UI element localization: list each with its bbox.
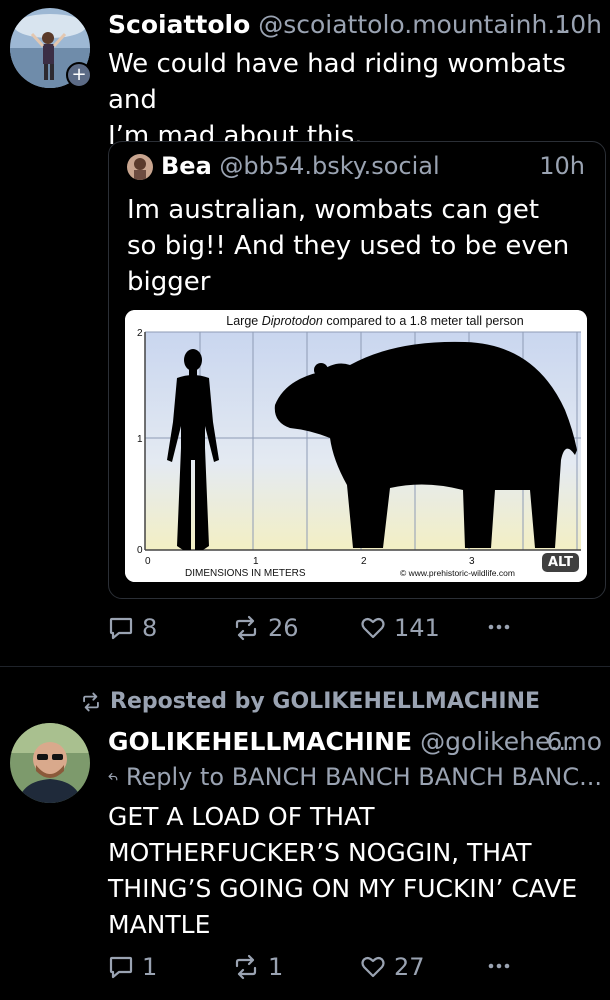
- post-time[interactable]: 6mo: [546, 727, 602, 756]
- diprotodon-size-comparison-image: Large Diprotodon compared to a 1.8 meter…: [125, 310, 587, 582]
- reply-arrow-icon: [108, 773, 118, 781]
- post-time[interactable]: 10h: [554, 10, 602, 39]
- post-text-line: THING’S GOING ON MY FUCKIN’ CAVE: [108, 874, 578, 903]
- repost-count: 26: [268, 614, 299, 642]
- reply-count: 8: [142, 614, 158, 642]
- quote-text-line: Im australian, wombats can get: [127, 195, 540, 225]
- post-header: GOLIKEHELLMACHINE @golikehe...: [108, 727, 602, 756]
- author-handle[interactable]: @scoiattolo.mountainh...: [258, 10, 571, 39]
- repost-indicator[interactable]: Reposted by GOLIKEHELLMACHINE: [80, 689, 540, 714]
- post-text-line: MANTLE: [108, 910, 211, 939]
- repost-count: 1: [268, 953, 284, 981]
- like-count: 27: [394, 953, 425, 981]
- quote-image[interactable]: Large Diprotodon compared to a 1.8 meter…: [125, 310, 587, 582]
- post-text: We could have had riding wombats and I’m…: [108, 46, 602, 154]
- post-text-line: MOTHERFUCKER’S NOGGIN, THAT: [108, 838, 532, 867]
- reply-button[interactable]: 8: [108, 614, 157, 642]
- like-button[interactable]: 27: [360, 953, 425, 981]
- quote-header: Bea @bb54.bsky.social: [161, 152, 440, 180]
- image-title-italic: Diprotodon: [262, 314, 323, 328]
- ellipsis-icon: [488, 624, 510, 630]
- y-tick-label: 1: [137, 434, 143, 445]
- reply-to-line[interactable]: Reply to BANCH BANCH BANCH BANC...: [108, 763, 602, 791]
- post-actions: 8 26 141: [108, 614, 610, 646]
- repost-arrows-icon: [83, 692, 99, 711]
- quote-text-line: bigger: [127, 267, 211, 297]
- heart-icon: [361, 617, 385, 639]
- repost-arrows-icon: [235, 954, 257, 980]
- heart-icon: [361, 956, 385, 978]
- repost-arrows-icon: [235, 615, 257, 641]
- quote-author-name[interactable]: Bea: [161, 152, 212, 180]
- repost-button[interactable]: 26: [232, 614, 299, 642]
- author-name[interactable]: GOLIKEHELLMACHINE: [108, 727, 412, 756]
- repost-button[interactable]: 1: [232, 953, 283, 981]
- post-text: GET A LOAD OF THAT MOTHERFUCKER’S NOGGIN…: [108, 799, 602, 943]
- image-title-suffix: compared to a 1.8 meter tall person: [323, 314, 524, 328]
- quote-text-line: so big!! And they used to be even: [127, 231, 570, 261]
- ellipsis-icon: [488, 963, 510, 969]
- reply-count: 1: [142, 953, 158, 981]
- more-options-button[interactable]: [486, 953, 512, 979]
- author-name[interactable]: Scoiattolo: [108, 10, 250, 39]
- speech-bubble-icon: [109, 617, 133, 640]
- alt-text-badge[interactable]: ALT: [541, 553, 579, 572]
- y-tick-label: 0: [137, 545, 143, 556]
- x-tick-label: 0: [145, 556, 151, 567]
- x-axis-label: DIMENSIONS IN METERS: [185, 568, 306, 579]
- more-options-button[interactable]: [486, 614, 512, 640]
- svg-text:Large Diprotodon compared to a: Large Diprotodon compared to a 1.8 meter…: [226, 314, 523, 328]
- image-credit: © www.prehistoric-wildlife.com: [400, 568, 515, 578]
- post-text-line: We could have had riding wombats and: [108, 49, 566, 115]
- x-tick-label: 3: [469, 556, 475, 567]
- quote-text: Im australian, wombats can get so big!! …: [127, 192, 569, 300]
- quote-post-card[interactable]: Bea @bb54.bsky.social 10h Im australian,…: [108, 141, 606, 599]
- quote-author-handle[interactable]: @bb54.bsky.social: [219, 152, 439, 180]
- like-count: 141: [394, 614, 440, 642]
- x-tick-label: 2: [361, 556, 367, 567]
- reply-to-text: Reply to BANCH BANCH BANCH BANC...: [125, 763, 602, 791]
- y-tick-label: 2: [137, 328, 143, 339]
- repost-label: Reposted by GOLIKEHELLMACHINE: [110, 689, 541, 714]
- post-actions: 1 1 27: [108, 953, 610, 985]
- x-tick-label: 1: [253, 556, 259, 567]
- speech-bubble-icon: [109, 956, 133, 979]
- post-header: Scoiattolo @scoiattolo.mountainh...: [108, 10, 602, 39]
- post-golikehellmachine[interactable]: Reposted by GOLIKEHELLMACHINE GOLIKEHELL…: [0, 667, 610, 1000]
- post-scoiattolo[interactable]: + Scoiattolo @scoiattolo.mountainh... 10…: [0, 0, 610, 666]
- post-text-line: GET A LOAD OF THAT: [108, 802, 375, 831]
- quote-avatar[interactable]: [127, 154, 153, 180]
- follow-plus-icon[interactable]: +: [66, 62, 92, 88]
- image-title-prefix: Large: [226, 314, 261, 328]
- avatar[interactable]: [10, 723, 90, 803]
- like-button[interactable]: 141: [360, 614, 440, 642]
- quote-time: 10h: [539, 152, 585, 180]
- reply-button[interactable]: 1: [108, 953, 157, 981]
